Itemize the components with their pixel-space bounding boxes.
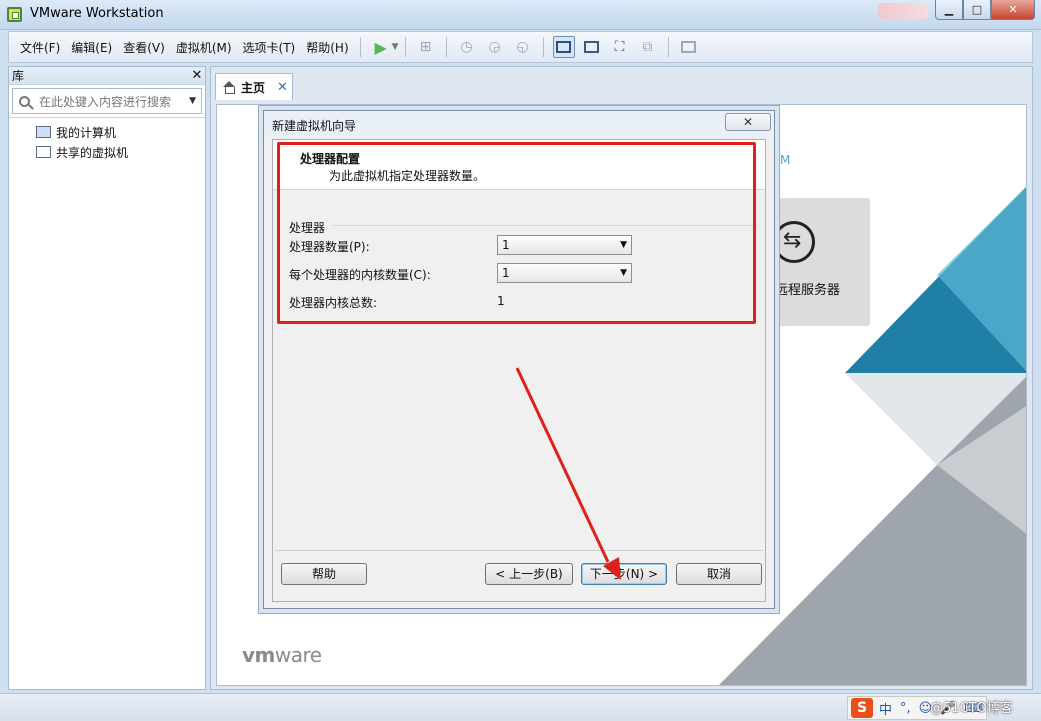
vmware-logo: vmware	[242, 643, 322, 667]
window-title: VMware Workstation	[30, 6, 164, 21]
maximize-button[interactable]: □	[963, 0, 991, 20]
brand-fragment: M	[780, 153, 791, 167]
thumbnail-icon	[584, 41, 600, 53]
step-title: 处理器配置	[300, 152, 361, 166]
tree-item-shared-vms[interactable]: 共享的虚拟机	[9, 142, 205, 162]
remote-server-icon	[773, 221, 815, 263]
menu-help[interactable]: 帮助(H)	[301, 39, 353, 56]
processor-count-value: 1	[502, 238, 510, 252]
show-library-button[interactable]	[552, 36, 575, 58]
tree-item-label: 我的计算机	[56, 125, 117, 140]
tab-close-icon[interactable]: ✕	[277, 80, 288, 95]
vmware-app-icon	[7, 7, 22, 22]
toolbar-separator	[404, 37, 406, 57]
logo-ware: ware	[274, 643, 322, 667]
connect-remote-server-card[interactable]	[765, 198, 870, 326]
chevron-down-icon: ▼	[620, 240, 627, 250]
cores-per-processor-value: 1	[502, 266, 510, 280]
toolbar-separator	[542, 37, 544, 57]
blurred-region	[878, 3, 928, 19]
library-view-icon	[556, 41, 572, 53]
revert-snapshot-icon: ◶	[488, 39, 501, 55]
cores-per-processor-select[interactable]: 1 ▼	[497, 263, 632, 283]
network-icon: ⊞	[419, 39, 432, 55]
library-header: 库 ✕	[9, 67, 205, 85]
menu-edit[interactable]: 编辑(E)	[66, 39, 117, 56]
home-icon	[222, 81, 236, 94]
back-button[interactable]: < 上一步(B)	[485, 563, 573, 585]
button-divider	[275, 550, 763, 551]
new-vm-wizard-dialog: 新建虚拟机向导 ✕ 处理器配置 为此虚拟机指定处理器数量。 处理器 处理器数量(…	[263, 110, 775, 609]
menu-view[interactable]: 查看(V)	[118, 39, 170, 56]
next-button[interactable]: 下一步(N) >	[581, 563, 667, 585]
sogou-ime-icon: S	[851, 698, 873, 718]
play-icon: ▶	[374, 37, 387, 57]
library-tree: 我的计算机 共享的虚拟机	[9, 117, 205, 162]
processor-count-select[interactable]: 1 ▼	[497, 235, 632, 255]
chevron-down-icon: ▼	[620, 268, 627, 278]
revert-snapshot-button[interactable]: ◶	[484, 36, 506, 58]
menu-toolbar: 文件(F) 编辑(E) 查看(V) 虚拟机(M) 选项卡(T) 帮助(H) ▶ …	[8, 31, 1033, 63]
cancel-button[interactable]: 取消	[676, 563, 762, 585]
thumbnail-bar-button[interactable]	[581, 36, 603, 58]
group-divider	[333, 225, 757, 226]
tab-home-label: 主页	[241, 80, 266, 95]
snapshot-manager-icon: ◵	[516, 39, 529, 55]
dialog-body: 处理器配置 为此虚拟机指定处理器数量。 处理器 处理器数量(P): 1 ▼ 每个…	[272, 139, 766, 602]
send-ctrl-alt-del-button[interactable]: ⊞	[415, 36, 437, 58]
ime-mode[interactable]: 中	[879, 699, 892, 718]
power-dropdown-icon[interactable]: ▼	[392, 42, 399, 52]
search-dropdown-icon[interactable]: ▼	[189, 96, 196, 106]
tree-item-label: 共享的虚拟机	[56, 145, 129, 160]
fullscreen-icon: ⛶	[614, 39, 625, 55]
snapshot-manager-button[interactable]: ◵	[512, 36, 534, 58]
step-subtitle: 为此虚拟机指定处理器数量。	[329, 169, 486, 183]
help-button[interactable]: 帮助	[281, 563, 367, 585]
toolbar-separator	[359, 37, 361, 57]
library-panel: 库 ✕ 在此处键入内容进行搜索 ▼ 我的计算机 共享的虚拟机	[8, 66, 206, 690]
processor-group-label: 处理器	[289, 221, 326, 235]
toolbar-separator	[667, 37, 669, 57]
maximize-icon: □	[971, 3, 983, 16]
snapshot-button[interactable]: ◷	[456, 36, 478, 58]
menu-vm[interactable]: 虚拟机(M)	[171, 39, 237, 56]
library-search-input[interactable]: 在此处键入内容进行搜索 ▼	[12, 88, 202, 114]
close-window-button[interactable]: ✕	[991, 0, 1035, 20]
search-icon	[19, 95, 30, 107]
power-on-button[interactable]: ▶	[370, 36, 392, 58]
menu-tabs[interactable]: 选项卡(T)	[238, 39, 301, 56]
total-cores-value: 1	[497, 294, 505, 308]
snapshot-icon: ◷	[460, 39, 473, 55]
library-title: 库	[12, 69, 25, 83]
minimize-button[interactable]: ▁	[935, 0, 963, 20]
remote-server-label: 远程服务器	[775, 283, 841, 298]
watermark: @51CTO博客	[930, 701, 1013, 716]
tree-item-my-computer[interactable]: 我的计算机	[9, 122, 205, 142]
shared-vm-icon	[36, 146, 51, 158]
search-placeholder: 在此处键入内容进行搜索	[39, 94, 172, 109]
library-close-icon[interactable]: ✕	[189, 68, 205, 83]
unity-button[interactable]: ⧉	[637, 36, 659, 58]
ime-punctuation[interactable]: °,	[900, 701, 911, 716]
total-cores-label: 处理器内核总数:	[289, 296, 378, 310]
full-screen-button[interactable]: ⛶	[609, 36, 631, 58]
menu-file[interactable]: 文件(F)	[15, 39, 65, 56]
dialog-title: 新建虚拟机向导	[264, 111, 774, 137]
console-view-button[interactable]	[678, 36, 700, 58]
window-controls: ▁ □ ✕	[935, 0, 1035, 21]
dialog-close-button[interactable]: ✕	[725, 113, 771, 131]
computer-icon	[36, 126, 51, 138]
console-icon	[681, 41, 697, 53]
logo-vm: vm	[242, 643, 275, 667]
unity-icon: ⧉	[642, 39, 653, 55]
title-bar: VMware Workstation ▁ □ ✕	[0, 0, 1041, 30]
processor-count-label: 处理器数量(P):	[289, 240, 370, 254]
toolbar-separator	[445, 37, 447, 57]
cores-per-processor-label: 每个处理器的内核数量(C):	[289, 268, 431, 282]
close-icon: ✕	[1008, 3, 1018, 16]
tab-home[interactable]: 主页 ✕	[215, 73, 293, 100]
minimize-icon: ▁	[944, 3, 954, 16]
